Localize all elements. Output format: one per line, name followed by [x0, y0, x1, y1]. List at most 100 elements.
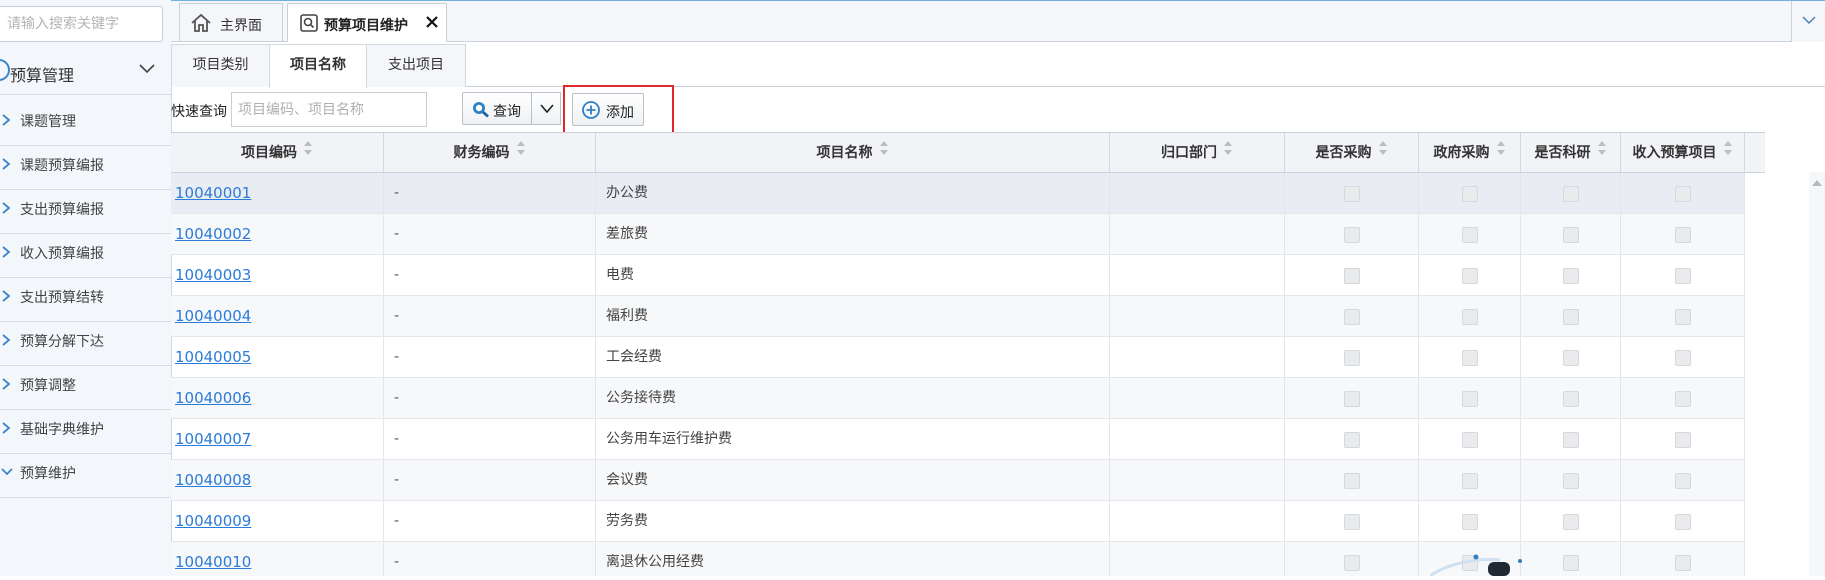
column-header[interactable]: 项目编码: [171, 133, 384, 173]
close-icon[interactable]: [425, 15, 439, 33]
income-budget-checkbox[interactable]: [1675, 432, 1691, 448]
table-row[interactable]: 10040001 - 办公费: [171, 173, 1745, 214]
checkbox-cell: [1285, 214, 1419, 254]
sort-icon[interactable]: [1378, 132, 1388, 172]
tab-budget-item-maintenance[interactable]: 预算项目维护: [287, 3, 447, 43]
item-code-link[interactable]: 10040008: [175, 471, 251, 489]
income-budget-checkbox[interactable]: [1675, 473, 1691, 489]
tab-home[interactable]: 主界面: [179, 3, 283, 41]
is-research-checkbox[interactable]: [1563, 309, 1579, 325]
sort-icon[interactable]: [516, 132, 526, 172]
subtab-expense-item[interactable]: 支出项目: [366, 44, 466, 87]
table-row[interactable]: 10040004 - 福利费: [171, 296, 1745, 337]
income-budget-checkbox[interactable]: [1675, 350, 1691, 366]
gov-purchase-checkbox[interactable]: [1462, 350, 1478, 366]
is-research-checkbox[interactable]: [1563, 432, 1579, 448]
gov-purchase-checkbox[interactable]: [1462, 309, 1478, 325]
income-budget-checkbox[interactable]: [1675, 268, 1691, 284]
gov-purchase-checkbox[interactable]: [1462, 391, 1478, 407]
item-code-link[interactable]: 10040001: [175, 184, 251, 202]
chevron-down-icon[interactable]: [138, 60, 156, 82]
is-purchase-checkbox[interactable]: [1344, 309, 1360, 325]
is-research-checkbox[interactable]: [1563, 555, 1579, 571]
is-research-checkbox[interactable]: [1563, 186, 1579, 202]
is-research-checkbox[interactable]: [1563, 227, 1579, 243]
item-code-link[interactable]: 10040007: [175, 430, 251, 448]
sort-icon[interactable]: [1496, 132, 1506, 172]
column-header[interactable]: 项目名称: [596, 133, 1110, 173]
income-budget-checkbox[interactable]: [1675, 186, 1691, 202]
add-button[interactable]: 添加: [572, 93, 644, 126]
column-header[interactable]: 收入预算项目: [1621, 133, 1745, 173]
gov-purchase-checkbox[interactable]: [1462, 514, 1478, 530]
item-code-link[interactable]: 10040002: [175, 225, 251, 243]
tab-list-dropdown[interactable]: [1791, 1, 1825, 42]
column-header[interactable]: 政府采购: [1419, 133, 1521, 173]
is-purchase-checkbox[interactable]: [1344, 391, 1360, 407]
is-purchase-checkbox[interactable]: [1344, 514, 1360, 530]
subtab-item-category[interactable]: 项目类别: [171, 44, 270, 87]
sidebar-section-header[interactable]: 预算管理: [0, 49, 171, 95]
is-research-checkbox[interactable]: [1563, 391, 1579, 407]
subtab-item-name[interactable]: 项目名称: [269, 44, 367, 88]
chevron-right-icon: [0, 421, 12, 439]
gov-purchase-checkbox[interactable]: [1462, 227, 1478, 243]
table-row[interactable]: 10040008 - 会议费: [171, 460, 1745, 501]
department-cell: [1110, 501, 1285, 541]
column-header[interactable]: 财务编码: [384, 133, 596, 173]
sort-icon[interactable]: [1223, 132, 1233, 172]
column-header[interactable]: 是否科研: [1521, 133, 1621, 173]
is-purchase-checkbox[interactable]: [1344, 186, 1360, 202]
sidebar-item[interactable]: 预算维护: [0, 447, 171, 498]
is-purchase-checkbox[interactable]: [1344, 555, 1360, 571]
is-purchase-checkbox[interactable]: [1344, 432, 1360, 448]
scroll-up-arrow-icon[interactable]: [1811, 176, 1823, 192]
item-code-link[interactable]: 10040003: [175, 266, 251, 284]
quick-query-input[interactable]: [231, 92, 427, 127]
is-purchase-checkbox[interactable]: [1344, 473, 1360, 489]
vertical-scrollbar[interactable]: [1809, 172, 1825, 576]
table-header: 项目编码 财务编码 项目名称 归口部门 是否采购 政府采购 是否科研 收入预算项目: [171, 132, 1765, 173]
item-code-link[interactable]: 10040010: [175, 553, 251, 571]
item-code-link[interactable]: 10040009: [175, 512, 251, 530]
income-budget-checkbox[interactable]: [1675, 309, 1691, 325]
income-budget-checkbox[interactable]: [1675, 514, 1691, 530]
gov-purchase-checkbox[interactable]: [1462, 186, 1478, 202]
column-header-label: 政府采购: [1433, 145, 1490, 161]
query-button[interactable]: 查询: [462, 92, 532, 125]
gov-purchase-checkbox[interactable]: [1462, 473, 1478, 489]
column-header[interactable]: 归口部门: [1110, 133, 1285, 173]
checkbox-cell: [1621, 378, 1745, 418]
is-research-checkbox[interactable]: [1563, 514, 1579, 530]
is-purchase-checkbox[interactable]: [1344, 227, 1360, 243]
table-row[interactable]: 10040009 - 劳务费: [171, 501, 1745, 542]
checkbox-cell: [1419, 419, 1521, 459]
sidebar-search-input[interactable]: [0, 6, 163, 42]
item-code-link[interactable]: 10040005: [175, 348, 251, 366]
income-budget-checkbox[interactable]: [1675, 555, 1691, 571]
income-budget-checkbox[interactable]: [1675, 391, 1691, 407]
item-code-link[interactable]: 10040006: [175, 389, 251, 407]
chevron-down-icon: [540, 104, 554, 114]
table-row[interactable]: 10040007 - 公务用车运行维护费: [171, 419, 1745, 460]
query-options-dropdown[interactable]: [531, 92, 561, 125]
sort-icon[interactable]: [879, 132, 889, 172]
item-code-link[interactable]: 10040004: [175, 307, 251, 325]
table-row[interactable]: 10040006 - 公务接待费: [171, 378, 1745, 419]
gov-purchase-checkbox[interactable]: [1462, 432, 1478, 448]
sort-icon[interactable]: [1723, 132, 1733, 172]
is-research-checkbox[interactable]: [1563, 473, 1579, 489]
sort-icon[interactable]: [303, 132, 313, 172]
table-row[interactable]: 10040003 - 电费: [171, 255, 1745, 296]
sort-icon[interactable]: [1597, 132, 1607, 172]
column-header[interactable]: 是否采购: [1285, 133, 1419, 173]
is-purchase-checkbox[interactable]: [1344, 268, 1360, 284]
table-row[interactable]: 10040002 - 差旅费: [171, 214, 1745, 255]
sidebar-item-label: 收入预算编报: [20, 246, 104, 262]
is-purchase-checkbox[interactable]: [1344, 350, 1360, 366]
income-budget-checkbox[interactable]: [1675, 227, 1691, 243]
gov-purchase-checkbox[interactable]: [1462, 268, 1478, 284]
is-research-checkbox[interactable]: [1563, 268, 1579, 284]
is-research-checkbox[interactable]: [1563, 350, 1579, 366]
table-row[interactable]: 10040005 - 工会经费: [171, 337, 1745, 378]
